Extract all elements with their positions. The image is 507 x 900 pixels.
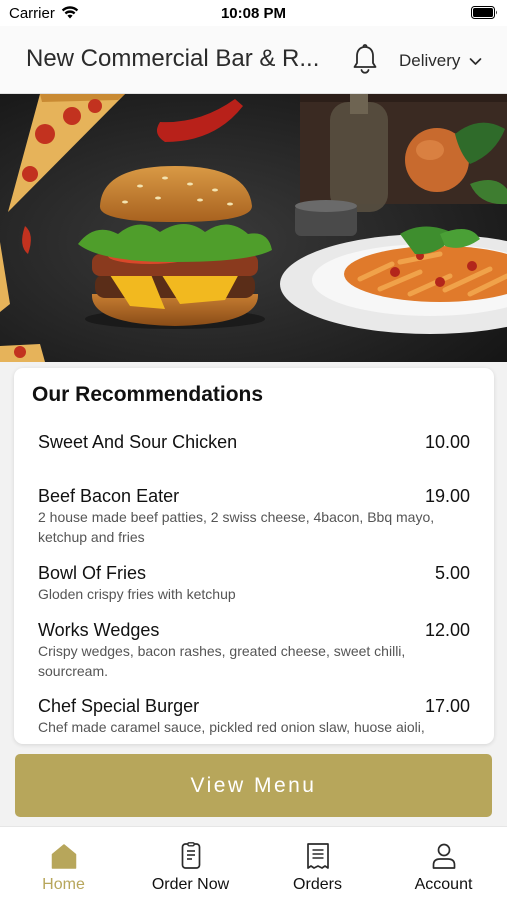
delivery-mode-label: Delivery — [399, 51, 461, 70]
tab-orders[interactable]: Orders — [254, 827, 381, 900]
menu-item-price: 10.00 — [424, 432, 470, 452]
recommendations-card: Our Recommendations Sweet And Sour Chick… — [14, 368, 494, 744]
tab-home-label: Home — [42, 876, 85, 893]
view-menu-button[interactable]: View Menu — [15, 754, 492, 817]
tab-order-now-label: Order Now — [151, 876, 230, 893]
menu-item-name: Chef Special Burger — [38, 696, 200, 716]
account-icon — [432, 843, 455, 869]
clock: 10:08 PM — [220, 5, 287, 22]
bell-icon[interactable] — [351, 43, 379, 75]
menu-item-description: Gloden crispy fries with ketchup — [38, 586, 236, 602]
app-header: New Commercial Bar & R... Delivery — [0, 26, 507, 94]
menu-item-name: Works Wedges — [38, 620, 160, 640]
tab-order-now[interactable]: Order Now — [127, 827, 254, 900]
receipt-icon — [306, 843, 329, 869]
menu-item-price: 17.00 — [424, 696, 470, 716]
menu-item-price: 19.00 — [424, 486, 470, 506]
menu-item-name: Beef Bacon Eater — [38, 486, 180, 506]
tab-account[interactable]: Account — [380, 827, 507, 900]
tab-account-label: Account — [414, 876, 473, 893]
bottom-tab-bar: Home Order Now Orders Account — [0, 826, 507, 900]
menu-item-price: 12.00 — [424, 620, 470, 640]
menu-item-description: 2 house made beef patties, 2 swiss chees… — [38, 509, 435, 545]
home-icon — [51, 844, 76, 869]
chevron-down-icon — [470, 57, 482, 65]
menu-item-price: 5.00 — [434, 563, 470, 583]
battery-icon — [471, 6, 497, 19]
menu-item-description: Chef made caramel sauce, pickled red oni… — [38, 719, 425, 735]
tab-orders-label: Orders — [293, 876, 342, 893]
menu-item-name: Sweet And Sour Chicken — [38, 432, 238, 452]
order-now-icon — [181, 842, 200, 869]
status-bar: Carrier 10:08 PM — [0, 0, 507, 26]
tab-home[interactable]: Home — [0, 827, 127, 900]
menu-item-name: Bowl Of Fries — [38, 563, 147, 583]
hero-food-image — [0, 94, 507, 362]
recommendations-title: Our Recommendations — [32, 383, 264, 406]
menu-item-description: Crispy wedges, bacon rashes, greated che… — [38, 643, 406, 679]
delivery-mode-select[interactable]: Delivery — [399, 48, 482, 74]
restaurant-name[interactable]: New Commercial Bar & R... — [26, 45, 331, 73]
